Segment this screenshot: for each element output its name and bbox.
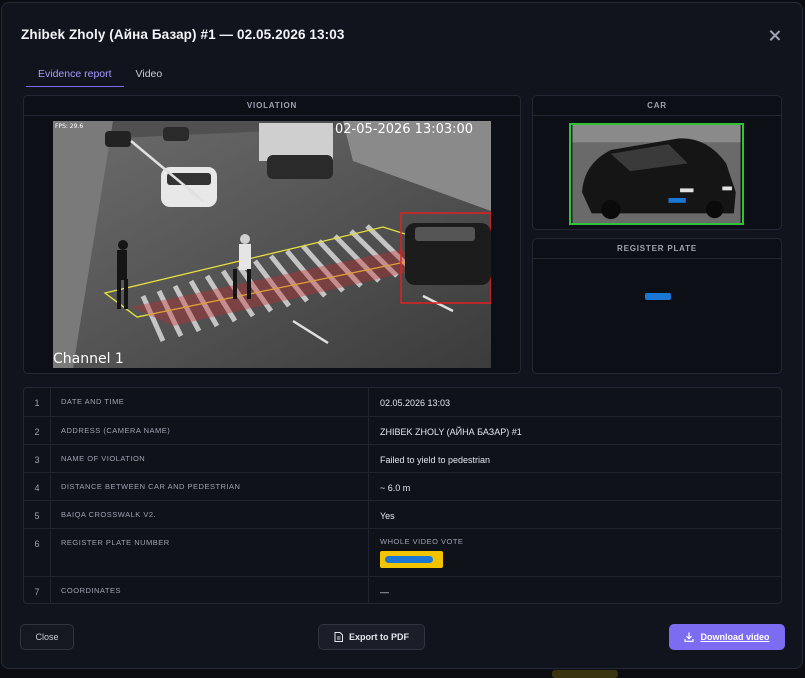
- row-value: ~ 6.0 m: [380, 483, 411, 493]
- table-row: 4 DISTANCE BETWEEN CAR AND PEDESTRIAN ~ …: [24, 473, 781, 501]
- row-key: DISTANCE BETWEEN CAR AND PEDESTRIAN: [51, 473, 369, 500]
- download-icon: [684, 632, 695, 642]
- download-video-button[interactable]: Download video: [669, 624, 785, 650]
- row-key: COORDINATES: [51, 577, 369, 603]
- register-plate-panel: REGISTER PLATE: [532, 238, 782, 374]
- export-pdf-label: Export to PDF: [349, 632, 409, 642]
- channel-label: Channel 1: [53, 351, 124, 367]
- table-row: 6 REGISTER PLATE NUMBER WHOLE VIDEO VOTE: [24, 529, 781, 577]
- row-number: 2: [24, 417, 51, 444]
- download-video-label: Download video: [700, 632, 770, 642]
- close-button[interactable]: Close: [20, 624, 74, 650]
- row-number: 3: [24, 445, 51, 472]
- export-pdf-button[interactable]: Export to PDF: [318, 624, 425, 650]
- row-value: ZHIBEK ZHOLY (АЙНА БАЗАР) #1: [380, 427, 522, 437]
- violation-frame[interactable]: FPS: 29.6 02-05-2026 13:03:00 Channel 1: [53, 121, 491, 368]
- whole-video-vote-label: WHOLE VIDEO VOTE: [380, 537, 464, 546]
- row-value: Yes: [380, 511, 395, 521]
- background-glow: [552, 670, 618, 678]
- row-key: ADDRESS (CAMERA NAME): [51, 417, 369, 444]
- register-plate-badge: [380, 551, 443, 568]
- row-number: 4: [24, 473, 51, 500]
- row-value: 02.05.2026 13:03: [380, 398, 451, 408]
- document-icon: [334, 632, 343, 642]
- close-icon[interactable]: [766, 27, 784, 45]
- fps-readout: FPS: 29.6: [55, 123, 83, 130]
- close-button-label: Close: [35, 632, 59, 642]
- table-row: 7 COORDINATES —: [24, 577, 781, 603]
- table-row: 3 NAME OF VIOLATION Failed to yield to p…: [24, 445, 781, 473]
- row-number: 6: [24, 529, 51, 576]
- tab-evidence-report[interactable]: Evidence report: [26, 62, 124, 87]
- violation-panel: VIOLATION FPS: 29.6 02-05-2026 13:03:00 …: [23, 95, 521, 374]
- row-number: 7: [24, 577, 51, 603]
- row-number: 1: [24, 388, 51, 416]
- table-row: 1 DATE AND TIME 02.05.2026 13:03: [24, 388, 781, 417]
- register-plate-image[interactable]: [645, 293, 671, 300]
- tab-bar: Evidence report Video: [26, 62, 174, 88]
- tab-video[interactable]: Video: [124, 62, 175, 87]
- row-value: Failed to yield to pedestrian: [380, 455, 491, 465]
- video-timestamp: 02-05-2026 13:03:00: [335, 122, 473, 137]
- row-number: 5: [24, 501, 51, 528]
- row-value: —: [380, 587, 389, 597]
- dialog-title: Zhibek Zholy (Айна Базар) #1 — 02.05.202…: [21, 27, 345, 42]
- details-table: 1 DATE AND TIME 02.05.2026 13:03 2 ADDRE…: [23, 387, 782, 604]
- register-plate-panel-title: REGISTER PLATE: [533, 239, 781, 259]
- table-row: 2 ADDRESS (CAMERA NAME) ZHIBEK ZHOLY (АЙ…: [24, 417, 781, 445]
- violation-panel-title: VIOLATION: [24, 96, 520, 116]
- table-row: 5 BAIQA CROSSWALK V2. Yes: [24, 501, 781, 529]
- row-key: BAIQA CROSSWALK V2.: [51, 501, 369, 528]
- car-panel-title: CAR: [533, 96, 781, 116]
- row-key: REGISTER PLATE NUMBER: [51, 529, 369, 576]
- row-key: NAME OF VIOLATION: [51, 445, 369, 472]
- row-value: WHOLE VIDEO VOTE: [369, 529, 781, 576]
- car-crop-image[interactable]: [569, 123, 744, 225]
- car-panel: CAR: [532, 95, 782, 230]
- row-key: DATE AND TIME: [51, 388, 369, 416]
